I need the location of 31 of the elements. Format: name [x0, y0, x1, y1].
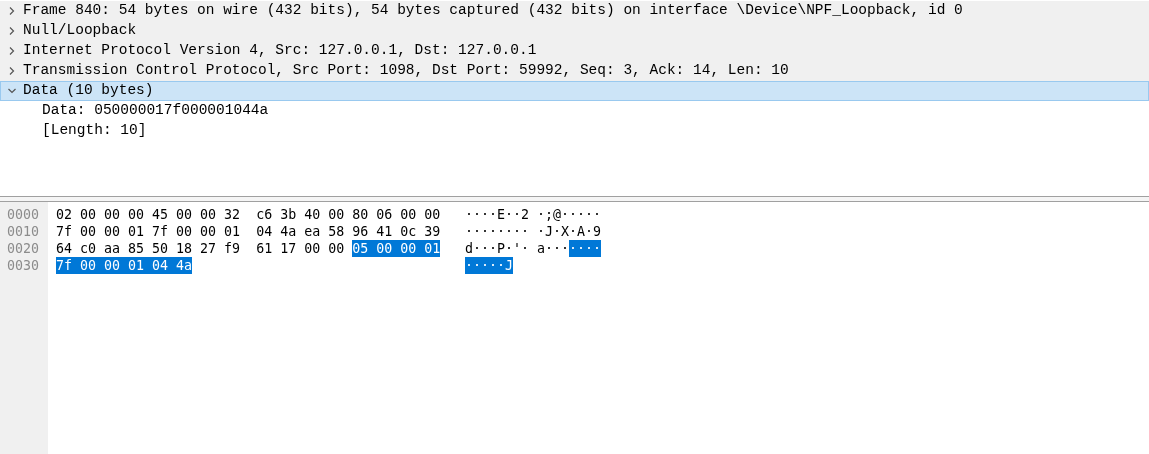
selected-ascii-text: ···· — [569, 240, 602, 257]
selected-hex-bytes: 05 00 00 01 — [352, 240, 441, 257]
tree-row[interactable]: Data (10 bytes) — [0, 81, 1149, 101]
ascii-text: ····E··2 ·;@····· — [465, 206, 602, 223]
tree-row[interactable]: Frame 840: 54 bytes on wire (432 bits), 54 bytes captured (432 bits) on interface \Device\NPF_Loopback, id 0 — [0, 1, 1149, 21]
tree-label: Null/Loopback — [23, 21, 137, 41]
byte-offset: 0030 — [7, 257, 40, 274]
tree-row[interactable]: Transmission Control Protocol, Src Port: 1098, Dst Port: 59992, Seq: 3, Ack: 14, Len: 10 — [0, 61, 1149, 81]
selected-ascii-text: ·····J — [465, 257, 514, 274]
tree-label: Frame 840: 54 bytes on wire (432 bits), 54 bytes captured (432 bits) on interface \Device\NPF_Loopback, id 0 — [23, 1, 963, 21]
tree-label: Transmission Control Protocol, Src Port: 1098, Dst Port: 59992, Seq: 3, Ack: 14, Len: 10 — [23, 61, 789, 81]
selected-hex-bytes: 7f 00 00 01 04 4a — [56, 257, 193, 274]
ascii-text: d···P·'· a··· — [465, 240, 570, 257]
chevron-right-icon[interactable] — [8, 7, 16, 15]
tree-label: Internet Protocol Version 4, Src: 127.0.0.1, Dst: 127.0.0.1 — [23, 41, 537, 61]
hex-bytes: 7f 00 00 01 7f 00 00 01 04 4a ea 58 96 41 0c 39 — [56, 223, 441, 240]
tree-label[interactable]: [Length: 10] — [42, 120, 147, 142]
byte-offset: 0020 — [7, 240, 40, 257]
chevron-right-icon[interactable] — [8, 47, 16, 55]
tree-label[interactable]: Data: 050000017f000001044a — [42, 100, 269, 122]
tree-label: Data (10 bytes) — [23, 81, 154, 101]
byte-offset: 0000 — [7, 206, 40, 223]
hex-bytes: 64 c0 aa 85 50 18 27 f9 61 17 00 00 — [56, 240, 346, 257]
chevron-right-icon[interactable] — [8, 27, 16, 35]
hex-bytes: 02 00 00 00 45 00 00 32 c6 3b 40 00 80 06 00 00 — [56, 206, 441, 223]
tree-row[interactable]: Internet Protocol Version 4, Src: 127.0.0.1, Dst: 127.0.0.1 — [0, 41, 1149, 61]
ascii-text: ········ ·J·X·A·9 — [465, 223, 602, 240]
chevron-down-icon[interactable] — [8, 87, 16, 95]
byte-offset: 0010 — [7, 223, 40, 240]
chevron-right-icon[interactable] — [8, 67, 16, 75]
tree-row[interactable]: Null/Loopback — [0, 21, 1149, 41]
